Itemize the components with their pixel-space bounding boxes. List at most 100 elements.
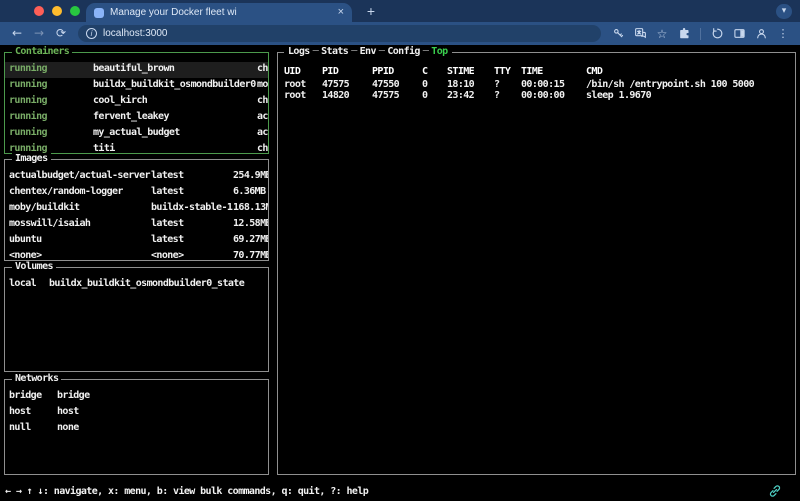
network-name: bridge bbox=[9, 390, 42, 401]
col-time: TIME bbox=[521, 66, 543, 77]
docker-tui: Containers running beautiful_brown ch ru… bbox=[0, 45, 800, 501]
bookmark-star-icon[interactable]: ☆ bbox=[653, 25, 671, 43]
image-name: mosswill/isaiah bbox=[9, 218, 90, 229]
tab-search-icon[interactable]: ▾ bbox=[776, 4, 792, 19]
col-pid: PID bbox=[322, 66, 338, 77]
container-name: cool_kirch bbox=[93, 95, 147, 106]
translate-icon[interactable] bbox=[631, 25, 649, 43]
profile-icon[interactable] bbox=[752, 25, 770, 43]
cell-cmd: sleep 1.9670 bbox=[586, 90, 651, 101]
site-info-icon[interactable]: i bbox=[86, 28, 97, 39]
network-row[interactable]: bridge bridge bbox=[5, 389, 268, 405]
sync-icon[interactable] bbox=[708, 25, 726, 43]
cell-tty: ? bbox=[494, 90, 499, 101]
container-state: running bbox=[9, 63, 47, 74]
cell-stime: 23:42 bbox=[447, 90, 474, 101]
network-row[interactable]: host host bbox=[5, 405, 268, 421]
cell-c: 0 bbox=[422, 90, 427, 101]
image-tag: latest bbox=[151, 186, 184, 197]
image-name: <none> bbox=[9, 250, 42, 260]
containers-panel: Containers running beautiful_brown ch ru… bbox=[4, 52, 269, 154]
col-cmd: CMD bbox=[586, 66, 602, 77]
network-driver: none bbox=[57, 422, 79, 433]
container-image: ch bbox=[257, 95, 268, 106]
new-tab-button[interactable]: + bbox=[362, 4, 380, 20]
image-row[interactable]: moby/buildkit buildx-stable-1 168.13MB bbox=[5, 201, 268, 217]
process-row: root 47575 47550 0 18:10 ? 00:00:15 /bin… bbox=[278, 78, 795, 89]
image-name: ubuntu bbox=[9, 234, 42, 245]
volume-name: buildx_buildkit_osmondbuilder0_state bbox=[49, 278, 244, 289]
image-tag: latest bbox=[151, 170, 184, 181]
tab-close-icon[interactable]: × bbox=[338, 7, 344, 18]
menu-kebab-icon[interactable]: ⋮ bbox=[774, 25, 792, 43]
container-name: my_actual_budget bbox=[93, 127, 180, 138]
container-row[interactable]: running my_actual_budget ac bbox=[5, 126, 268, 142]
volume-row[interactable]: local buildx_buildkit_osmondbuilder0_sta… bbox=[5, 277, 268, 293]
side-panel-icon[interactable] bbox=[730, 25, 748, 43]
image-size: 168.13MB bbox=[233, 202, 268, 213]
tab-favicon-icon bbox=[94, 8, 104, 18]
images-panel: Images actualbudget/actual-server latest… bbox=[4, 159, 269, 261]
network-driver: bridge bbox=[57, 390, 90, 401]
browser-tab[interactable]: Manage your Docker fleet wi × bbox=[86, 3, 352, 22]
network-row[interactable]: null none bbox=[5, 421, 268, 437]
container-image: ch bbox=[257, 63, 268, 74]
reload-button[interactable]: ⟳ bbox=[52, 25, 70, 43]
image-tag: buildx-stable-1 bbox=[151, 202, 232, 213]
container-name: buildx_buildkit_osmondbuilder0 bbox=[93, 79, 256, 90]
image-name: actualbudget/actual-server bbox=[9, 170, 150, 181]
extensions-icon[interactable] bbox=[675, 25, 693, 43]
window-close-button[interactable] bbox=[34, 6, 44, 16]
col-c: C bbox=[422, 66, 427, 77]
networks-panel: Networks bridge bridge host host null no… bbox=[4, 379, 269, 475]
container-row[interactable]: running beautiful_brown ch bbox=[5, 62, 268, 78]
container-name: titi bbox=[93, 143, 115, 153]
col-tty: TTY bbox=[494, 66, 510, 77]
container-name: beautiful_brown bbox=[93, 63, 174, 74]
tab-title: Manage your Docker fleet wi bbox=[110, 7, 332, 18]
col-uid: UID bbox=[284, 66, 300, 77]
container-name: fervent_leakey bbox=[93, 111, 169, 122]
image-size: 254.9MB bbox=[233, 170, 268, 181]
address-bar[interactable]: i localhost:3000 bbox=[78, 25, 601, 42]
window-minimize-button[interactable] bbox=[52, 6, 62, 16]
image-tag: latest bbox=[151, 234, 184, 245]
cell-pid: 14820 bbox=[322, 90, 349, 101]
forward-button[interactable]: → bbox=[30, 25, 48, 43]
image-size: 6.36MB bbox=[233, 186, 266, 197]
image-size: 12.58MB bbox=[233, 218, 268, 229]
container-row[interactable]: running cool_kirch ch bbox=[5, 94, 268, 110]
container-image: mo bbox=[257, 79, 268, 90]
container-state: running bbox=[9, 79, 47, 90]
image-row[interactable]: <none> <none> 70.77MB bbox=[5, 249, 268, 260]
container-image: ac bbox=[257, 127, 268, 138]
back-button[interactable]: ← bbox=[8, 25, 26, 43]
container-state: running bbox=[9, 127, 47, 138]
volume-driver: local bbox=[9, 278, 36, 289]
image-row[interactable]: mosswill/isaiah latest 12.58MB bbox=[5, 217, 268, 233]
password-key-icon[interactable] bbox=[609, 25, 627, 43]
tab-strip: Manage your Docker fleet wi × + ▾ bbox=[0, 0, 800, 22]
network-name: host bbox=[9, 406, 31, 417]
process-row: root 14820 47575 0 23:42 ? 00:00:00 slee… bbox=[278, 89, 795, 100]
container-row[interactable]: running titi ch bbox=[5, 142, 268, 153]
container-image: ac bbox=[257, 111, 268, 122]
inspector-panel: Logs ─ Stats ─ Env ─ Config ─ Top UID PI… bbox=[277, 52, 796, 475]
container-state: running bbox=[9, 95, 47, 106]
image-tag: <none> bbox=[151, 250, 184, 260]
volumes-panel: Volumes local buildx_buildkit_osmondbuil… bbox=[4, 267, 269, 372]
image-name: chentex/random-logger bbox=[9, 186, 123, 197]
url-text: localhost:3000 bbox=[103, 28, 168, 39]
container-row[interactable]: running buildx_buildkit_osmondbuilder0 m… bbox=[5, 78, 268, 94]
image-row[interactable]: actualbudget/actual-server latest 254.9M… bbox=[5, 169, 268, 185]
image-name: moby/buildkit bbox=[9, 202, 79, 213]
cell-time: 00:00:00 bbox=[521, 90, 564, 101]
container-image: ch bbox=[257, 143, 268, 153]
window-controls bbox=[34, 6, 80, 16]
image-row[interactable]: chentex/random-logger latest 6.36MB bbox=[5, 185, 268, 201]
container-row[interactable]: running fervent_leakey ac bbox=[5, 110, 268, 126]
status-bar-hints: ← → ↑ ↓: navigate, x: menu, b: view bulk… bbox=[5, 486, 368, 497]
image-row[interactable]: ubuntu latest 69.27MB bbox=[5, 233, 268, 249]
image-size: 69.27MB bbox=[233, 234, 268, 245]
window-zoom-button[interactable] bbox=[70, 6, 80, 16]
